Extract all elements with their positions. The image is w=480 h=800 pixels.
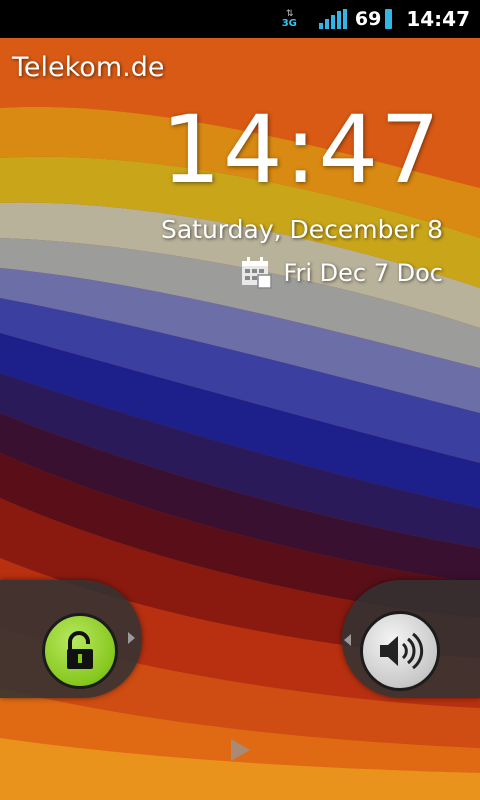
next-alarm-row: Fri Dec 7 Doc — [241, 256, 443, 290]
carrier-name: Telekom.de — [12, 52, 165, 83]
arrow-right-icon — [128, 632, 135, 644]
arrow-left-icon — [344, 634, 351, 646]
battery-level: 69 — [354, 8, 382, 30]
unlock-padlock-icon — [67, 631, 93, 669]
network-type: 3G — [281, 17, 297, 29]
lockscreen-clock: 14:47 — [161, 96, 442, 205]
status-bar: ⇅ 3G 69 14:47 — [0, 0, 480, 38]
sound-toggle-handle[interactable] — [360, 611, 440, 691]
lockscreen-date: Saturday, December 8 — [160, 215, 443, 244]
signal-strength-icon — [318, 9, 347, 29]
speaker-volume-icon — [380, 632, 424, 670]
status-bar-time: 14:47 — [406, 7, 470, 31]
next-alarm-text: Fri Dec 7 Doc — [283, 259, 443, 287]
music-play-icon[interactable] — [231, 739, 250, 761]
calendar-icon — [242, 257, 273, 289]
network-3g-icon: ⇅ 3G — [281, 9, 297, 29]
battery-icon — [385, 9, 393, 29]
unlock-handle[interactable] — [42, 613, 118, 689]
